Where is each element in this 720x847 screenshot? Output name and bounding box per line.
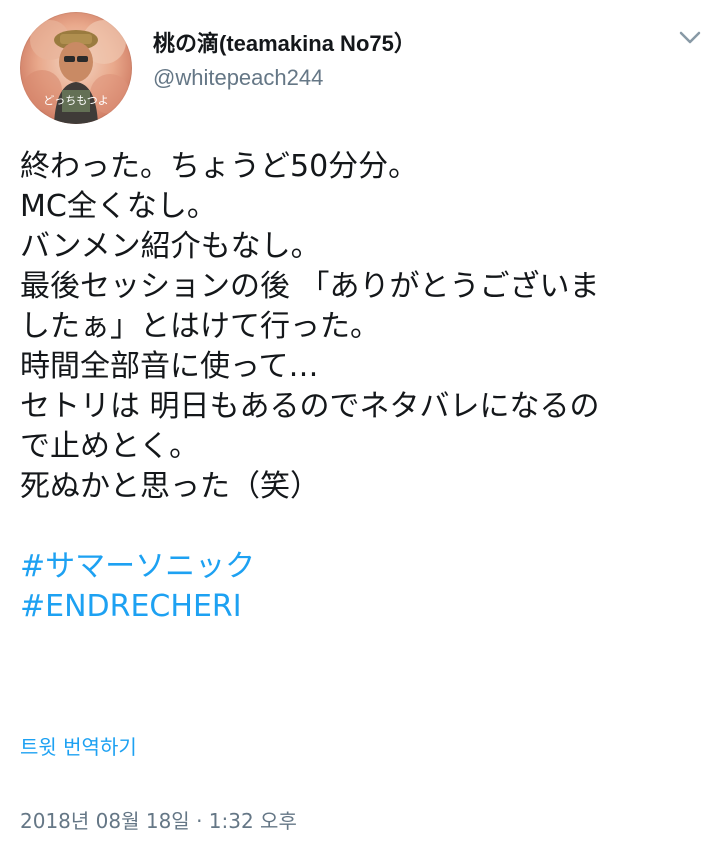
tweet-line: で止めとく。 [20,429,200,464]
tweet-line: バンメン紹介もなし。 [20,229,321,264]
tweet-timestamp[interactable]: 2018년 08월 18일 · 1:32 오후 [20,808,297,834]
tweet-line: 終わった。ちょうど50分分。 [20,149,419,184]
display-name[interactable]: 桃の滴(teamakina No75） [153,30,416,58]
avatar-image: どっちもつよ [22,20,130,124]
hashtag-link-summersonic[interactable]: #サマーソニック [20,547,710,587]
tweet-line: 死ぬかと思った（笑） [20,469,320,504]
tweet-line: したぁ」とはけて行った。 [20,309,380,344]
tweet-line: MC全くなし。 [20,189,217,224]
tweet-line: セトリは 明日もあるのでネタバレになるの [20,389,600,424]
tweet-header: どっちもつよ 桃の滴(teamakina No75） @whitepeach24… [0,0,720,130]
tweet-line: 最後セッションの後 「ありがとうございま [20,269,600,304]
line-break [20,507,710,547]
avatar[interactable]: どっちもつよ [20,12,132,124]
translate-tweet-link[interactable]: 트윗 번역하기 [20,734,137,760]
chevron-down-icon[interactable] [676,26,704,50]
hashtag-link-endrecheri[interactable]: #ENDRECHERI [20,587,710,627]
user-handle[interactable]: @whitepeach244 [153,64,323,92]
tweet-text: 終わった。ちょうど50分分。 MC全くなし。 バンメン紹介もなし。 最後セッショ… [20,147,710,627]
avatar-caption: どっちもつよ [43,94,109,107]
tweet-line: 時間全部音に使って… [20,349,319,384]
